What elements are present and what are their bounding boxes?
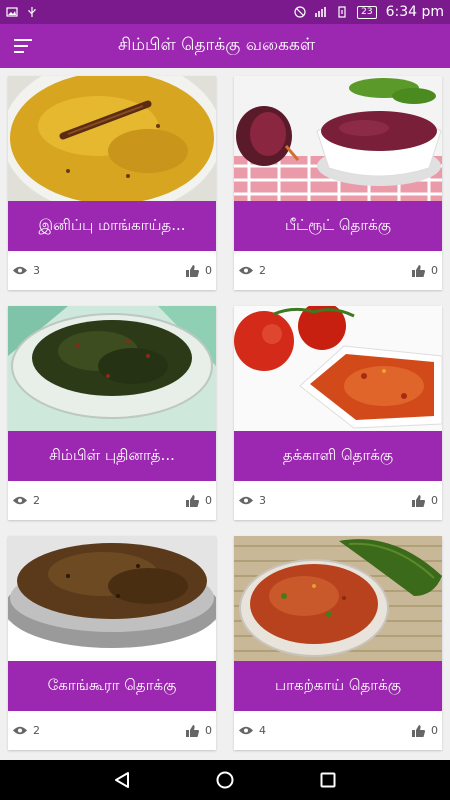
recipe-stats: 4 0 xyxy=(234,711,442,750)
recipe-stats: 3 0 xyxy=(8,251,216,290)
menu-button[interactable] xyxy=(0,24,46,68)
eye-icon xyxy=(239,266,253,275)
thumbs-up-icon xyxy=(186,724,199,737)
like-button[interactable]: 0 xyxy=(186,264,212,277)
recipe-image xyxy=(234,76,442,201)
recipe-stats: 2 0 xyxy=(234,251,442,290)
recipe-card-bitter-gourd[interactable]: பாகற்காய் தொக்கு 4 0 xyxy=(234,536,442,750)
like-count: 0 xyxy=(205,494,212,507)
view-count: 4 xyxy=(259,724,266,737)
sim-icon xyxy=(338,6,346,18)
back-icon xyxy=(114,772,129,788)
recipe-image xyxy=(234,306,442,431)
recipe-card-beetroot[interactable]: பீட்ரூட் தொக்கு 2 0 xyxy=(234,76,442,290)
like-button[interactable]: 0 xyxy=(186,724,212,737)
recipe-card-gongura[interactable]: கோங்கூரா தொக்கு 2 0 xyxy=(8,536,216,750)
eye-icon xyxy=(13,496,27,505)
home-icon xyxy=(216,771,234,789)
eye-icon xyxy=(13,266,27,275)
like-button[interactable]: 0 xyxy=(412,494,438,507)
recipe-title: சிம்பிள் புதினாத்... xyxy=(8,431,216,481)
recipe-card-mint[interactable]: சிம்பிள் புதினாத்... 2 0 xyxy=(8,306,216,520)
view-count: 2 xyxy=(33,724,40,737)
recents-icon xyxy=(320,772,336,788)
recipe-title: பீட்ரூட் தொக்கு xyxy=(234,201,442,251)
recents-button[interactable] xyxy=(308,760,348,800)
system-nav-bar xyxy=(0,760,450,800)
app-bar: சிம்பிள் தொக்கு வகைகள் xyxy=(0,24,450,68)
do-not-disturb-icon xyxy=(294,6,306,18)
recipe-card-mango[interactable]: இனிப்பு மாங்காய்த... 3 0 xyxy=(8,76,216,290)
status-bar: 23 6:34 pm xyxy=(0,0,450,24)
status-time: 6:34 pm xyxy=(385,4,444,20)
view-count: 2 xyxy=(33,494,40,507)
signal-icon xyxy=(315,7,326,17)
recipe-image xyxy=(8,536,216,661)
thumbs-up-icon xyxy=(412,494,425,507)
like-count: 0 xyxy=(205,724,212,737)
like-button[interactable]: 0 xyxy=(412,724,438,737)
thumbs-up-icon xyxy=(186,264,199,277)
recipe-title: கோங்கூரா தொக்கு xyxy=(8,661,216,711)
page-title: சிம்பிள் தொக்கு வகைகள் xyxy=(118,35,316,55)
like-count: 0 xyxy=(431,264,438,277)
home-button[interactable] xyxy=(205,760,245,800)
view-count: 3 xyxy=(33,264,40,277)
recipe-stats: 2 0 xyxy=(8,711,216,750)
eye-icon xyxy=(239,496,253,505)
recipe-stats: 2 0 xyxy=(8,481,216,520)
usb-icon xyxy=(28,7,36,17)
view-count: 3 xyxy=(259,494,266,507)
like-button[interactable]: 0 xyxy=(186,494,212,507)
eye-icon xyxy=(239,726,253,735)
recipe-image xyxy=(8,76,216,201)
recipe-title: இனிப்பு மாங்காய்த... xyxy=(8,201,216,251)
recipe-title: தக்காளி தொக்கு xyxy=(234,431,442,481)
view-count: 2 xyxy=(259,264,266,277)
recipe-stats: 3 0 xyxy=(234,481,442,520)
eye-icon xyxy=(13,726,27,735)
recipe-image xyxy=(234,536,442,661)
recipe-grid: இனிப்பு மாங்காய்த... 3 0 பீட்ரூட் தொக்கு… xyxy=(0,68,450,760)
gallery-notification-icon xyxy=(6,7,18,17)
menu-icon xyxy=(14,39,32,53)
thumbs-up-icon xyxy=(412,724,425,737)
thumbs-up-icon xyxy=(186,494,199,507)
thumbs-up-icon xyxy=(412,264,425,277)
like-count: 0 xyxy=(431,494,438,507)
like-count: 0 xyxy=(205,264,212,277)
battery-indicator: 23 xyxy=(357,5,377,19)
recipe-title: பாகற்காய் தொக்கு xyxy=(234,661,442,711)
recipe-image xyxy=(8,306,216,431)
recipe-card-tomato[interactable]: தக்காளி தொக்கு 3 0 xyxy=(234,306,442,520)
back-button[interactable] xyxy=(102,760,142,800)
like-count: 0 xyxy=(431,724,438,737)
like-button[interactable]: 0 xyxy=(412,264,438,277)
